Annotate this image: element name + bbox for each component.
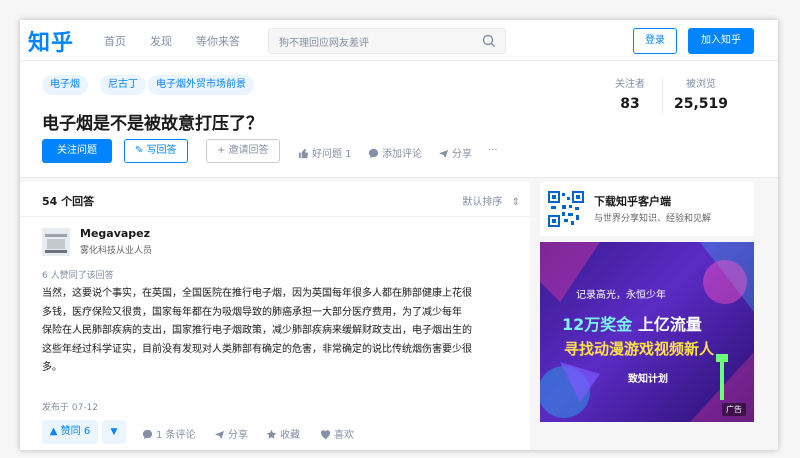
pen-icon: ✎ [135, 145, 147, 156]
answer-share-button[interactable]: 分享 [214, 426, 248, 441]
ad-prize: 12万奖金 上亿流量 [562, 311, 702, 335]
share-icon [214, 430, 225, 440]
avatar[interactable] [42, 228, 70, 256]
followers-stat: 关注者 83 [610, 75, 650, 112]
question-header: 电子烟 尼古丁 电子烟外贸市场前景 电子烟是不是被故意打压了？ 关注者 83 被… [20, 61, 778, 178]
like-label: 喜欢 [334, 430, 354, 441]
heart-icon [320, 430, 331, 440]
good-question-label: 好问题 1 [312, 149, 352, 160]
invite-answer-label: 邀请回答 [228, 145, 269, 156]
qr-code-icon [548, 191, 584, 227]
write-answer-label: 写回答 [146, 145, 177, 156]
nav-home[interactable]: 首页 [104, 33, 126, 49]
good-question-button[interactable]: 好问题 1 [298, 145, 352, 160]
share-icon [438, 149, 449, 159]
login-button[interactable]: 登录 [633, 28, 677, 54]
join-button[interactable]: 加入知乎 [688, 28, 754, 54]
invite-answer-button[interactable]: + 邀请回答 [206, 139, 280, 163]
like-button[interactable]: 喜欢 [320, 426, 354, 441]
topic-tag[interactable]: 电子烟外贸市场前景 [148, 75, 254, 95]
topic-tag[interactable]: 尼古丁 [100, 75, 146, 95]
answer-comment-button[interactable]: 1 条评论 [142, 426, 196, 441]
collect-label: 收藏 [280, 430, 300, 441]
share-label: 分享 [452, 149, 472, 160]
ad-plan-name: 致知计划 [628, 374, 668, 385]
download-subtitle: 与世界分享知识、经验和见解 [594, 214, 712, 224]
answer-content: 当然，这要说个事实，在英国，全国医院在推行电子烟，因为英国每年很多人都在肺部健康… [42, 285, 522, 378]
ad-label: 广告 [722, 403, 746, 416]
answer-line: 这些年经过科学证实，目前没有发现对人类肺部有确定的危害，非常确定的说比传统烟伤害… [42, 343, 472, 355]
search-input[interactable]: 狗不理回应网友差评 [268, 28, 506, 54]
views-count: 25,519 [674, 96, 729, 112]
liked-info: 6 人赞同了该回答 [42, 271, 114, 281]
answer-share-label: 分享 [228, 430, 248, 441]
write-answer-button[interactable]: ✎ 写回答 [124, 139, 188, 163]
followers-label: 关注者 [615, 79, 645, 90]
publish-date[interactable]: 发布于 07-12 [42, 400, 98, 413]
stat-divider [662, 79, 663, 113]
browser-frame: 知乎 首页 发现 等你来答 狗不理回应网友差评 登录 加入知乎 电子烟 尼古丁 … [20, 20, 778, 450]
views-label: 被浏览 [686, 79, 716, 90]
search-icon[interactable] [481, 33, 497, 49]
upvote-button[interactable]: ▲ 赞同 6 [42, 420, 98, 444]
sort-dropdown[interactable]: 默认排序 ⇕ [462, 193, 520, 208]
zhihu-logo[interactable]: 知乎 [28, 25, 74, 57]
ad-banner[interactable]: 记录高光，永恒少年 12万奖金 上亿流量 寻找动漫游戏视频新人 致知计划 广告 [540, 242, 754, 422]
collect-button[interactable]: 收藏 [266, 426, 300, 441]
top-navbar: 知乎 首页 发现 等你来答 狗不理回应网友差评 登录 加入知乎 [20, 20, 778, 61]
avatar-image [42, 228, 70, 256]
star-icon [266, 429, 277, 439]
download-title: 下载知乎客户端 [594, 195, 671, 208]
download-app-card[interactable]: 下载知乎客户端 与世界分享知识、经验和见解 [540, 182, 754, 236]
answer-line: 保险在人民肺部疾病的支出，国家推行电子烟政策，减少肺部疾病来缓解财政支出，电子烟… [42, 325, 472, 336]
ad-prize-amount: 12万奖金 [562, 315, 633, 334]
search-placeholder: 狗不理回应网友差评 [279, 38, 369, 49]
comment-icon [368, 148, 379, 159]
downvote-button[interactable]: ▼ [102, 420, 126, 444]
author-headline: 雾化科技从业人员 [80, 246, 153, 256]
nav-explore[interactable]: 发现 [150, 33, 172, 49]
sort-label: 默认排序 [462, 197, 503, 208]
add-comment-label: 添加评论 [382, 149, 422, 160]
topic-tag[interactable]: 电子烟 [42, 75, 88, 95]
answer-comment-label: 1 条评论 [156, 430, 196, 441]
add-comment-button[interactable]: 添加评论 [368, 145, 422, 160]
add-user-icon: + [217, 145, 229, 156]
answer-line: 当然，这要说个事实，在英国，全国医院在推行电子烟，因为英国每年很多人都在肺部健康… [42, 288, 472, 299]
answer-line: 多。 [42, 362, 62, 373]
ad-prize-traffic: 上亿流量 [637, 315, 702, 334]
followers-count: 83 [620, 96, 640, 112]
ad-headline: 寻找动漫游戏视频新人 [564, 340, 715, 358]
share-button[interactable]: 分享 [438, 145, 472, 160]
author-name[interactable]: Megavapez [80, 227, 150, 240]
nav-waiting[interactable]: 等你来答 [196, 33, 240, 49]
question-title: 电子烟是不是被故意打压了？ [42, 114, 263, 134]
ad-slogan: 记录高光，永恒少年 [576, 290, 666, 301]
more-button[interactable]: ··· [488, 145, 498, 156]
sort-chevron-icon: ⇕ [511, 197, 520, 208]
answer-count: 54 个回答 [42, 195, 95, 208]
answers-card: 54 个回答 默认排序 ⇕ Megavapez 雾化科技从业人员 6 人赞同了该… [20, 182, 530, 450]
answers-header: 54 个回答 默认排序 ⇕ [20, 182, 530, 217]
views-stat: 被浏览 25,519 [674, 75, 728, 112]
comment-icon [142, 429, 153, 440]
follow-question-button[interactable]: 关注问题 [42, 139, 112, 163]
answer-line: 多钱，医疗保险又很贵，国家每年都在为吸烟导致的肺癌承担一大部分医疗费用，为了减少… [42, 306, 462, 318]
thumbs-up-icon [298, 148, 309, 159]
